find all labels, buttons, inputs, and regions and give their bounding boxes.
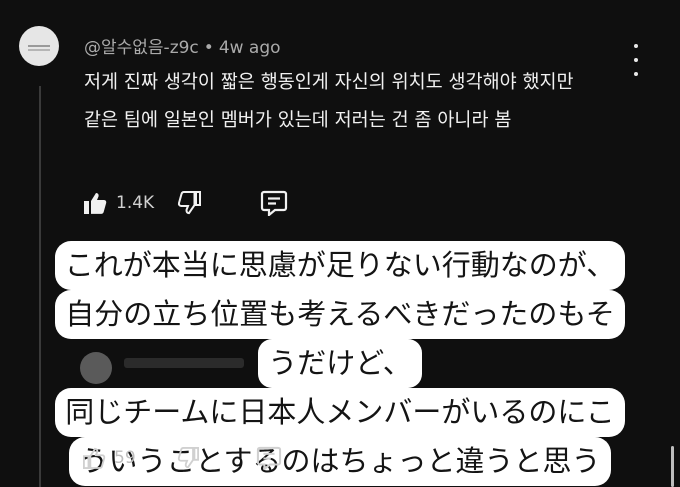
comment-body: 저게 진짜 생각이 짧은 행동인게 자신의 위치도 생각해야 했지만 같은 팀에… (84, 72, 574, 131)
caption-line-text: うだけど、 (258, 339, 422, 388)
thumbs-up-icon[interactable] (82, 191, 108, 215)
like-count: 1.4K (116, 193, 155, 213)
comment-actions: 1.4K (82, 190, 288, 216)
reply-comment-icon[interactable] (260, 190, 288, 216)
thumbs-down-icon[interactable] (176, 447, 200, 469)
comment-meta: @알수없음-z9c • 4w ago (84, 33, 281, 58)
caption-line: 自分の立ち位置も考えるべきだったのもそ (23, 290, 657, 339)
caption-line-text: 同じチームに日本人メンバーがいるのにこ (55, 388, 625, 437)
caption-line-text: 自分の立ち位置も考えるべきだったのもそ (55, 290, 625, 339)
caption-line: うだけど、 (23, 339, 657, 388)
caption-line-text: これが本当に思慮が足りない行動なのが、 (54, 241, 626, 290)
avatar[interactable] (19, 26, 59, 66)
author-name[interactable]: @알수없음-z9c (84, 38, 199, 58)
reply-actions: 59 (82, 446, 282, 470)
caption-line: 同じチームに日本人メンバーがいるのにこ (23, 388, 657, 437)
reply-comment-icon[interactable] (256, 446, 282, 470)
comment-timestamp[interactable]: 4w ago (219, 38, 281, 58)
more-vertical-icon[interactable] (626, 40, 646, 80)
scrollbar[interactable] (671, 446, 674, 487)
caption-line: これが本当に思慮が足りない行動なのが、 (23, 241, 657, 290)
thumbs-down-icon[interactable] (176, 191, 202, 215)
meta-separator: • (203, 38, 214, 58)
thumbs-up-icon[interactable] (82, 447, 106, 469)
reply-like-count: 59 (114, 448, 136, 468)
avatar-logo (28, 45, 50, 47)
